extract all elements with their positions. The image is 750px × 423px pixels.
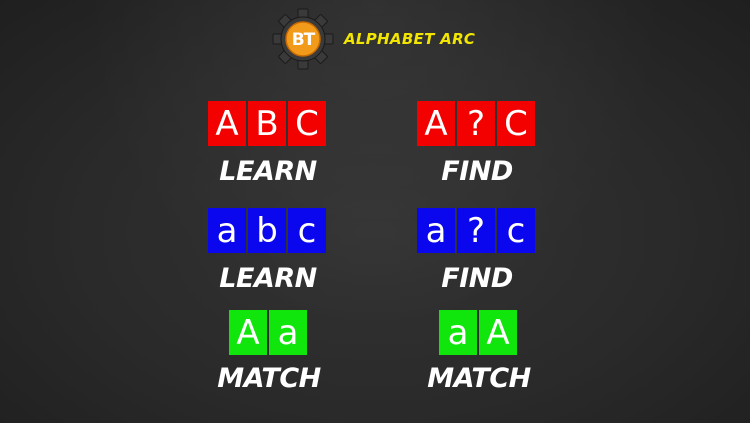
letter-tile: b xyxy=(248,208,286,253)
logo: BT xyxy=(272,8,334,70)
letter-tile: a xyxy=(417,208,455,253)
header: BT ALPHABET ARC xyxy=(272,8,475,70)
letter-tile: A xyxy=(229,310,267,355)
letter-tile: a xyxy=(269,310,307,355)
learn-uppercase-label[interactable]: LEARN xyxy=(188,156,348,187)
letter-tile: ? xyxy=(457,101,495,146)
letter-tile: c xyxy=(288,208,326,253)
find-lowercase-tiles[interactable]: a ? c xyxy=(417,208,535,253)
find-uppercase-tiles[interactable]: A ? C xyxy=(417,101,535,146)
letter-tile: a xyxy=(439,310,477,355)
letter-tile: c xyxy=(497,208,535,253)
learn-lowercase-tiles[interactable]: a b c xyxy=(208,208,326,253)
app-title: ALPHABET ARC xyxy=(344,30,476,48)
letter-tile: B xyxy=(248,101,286,146)
match-left-tiles[interactable]: A a xyxy=(229,310,307,355)
find-lowercase-label[interactable]: FIND xyxy=(397,263,557,294)
find-uppercase-label[interactable]: FIND xyxy=(397,156,557,187)
learn-uppercase-tiles[interactable]: A B C xyxy=(208,101,326,146)
letter-tile: C xyxy=(288,101,326,146)
match-left-label[interactable]: MATCH xyxy=(189,363,349,394)
letter-tile: a xyxy=(208,208,246,253)
match-right-tiles[interactable]: a A xyxy=(439,310,517,355)
letter-tile: C xyxy=(497,101,535,146)
logo-text: BT xyxy=(291,29,316,50)
letter-tile: ? xyxy=(457,208,495,253)
learn-lowercase-label[interactable]: LEARN xyxy=(188,263,348,294)
letter-tile: A xyxy=(208,101,246,146)
letter-tile: A xyxy=(417,101,455,146)
letter-tile: A xyxy=(479,310,517,355)
match-right-label[interactable]: MATCH xyxy=(399,363,559,394)
